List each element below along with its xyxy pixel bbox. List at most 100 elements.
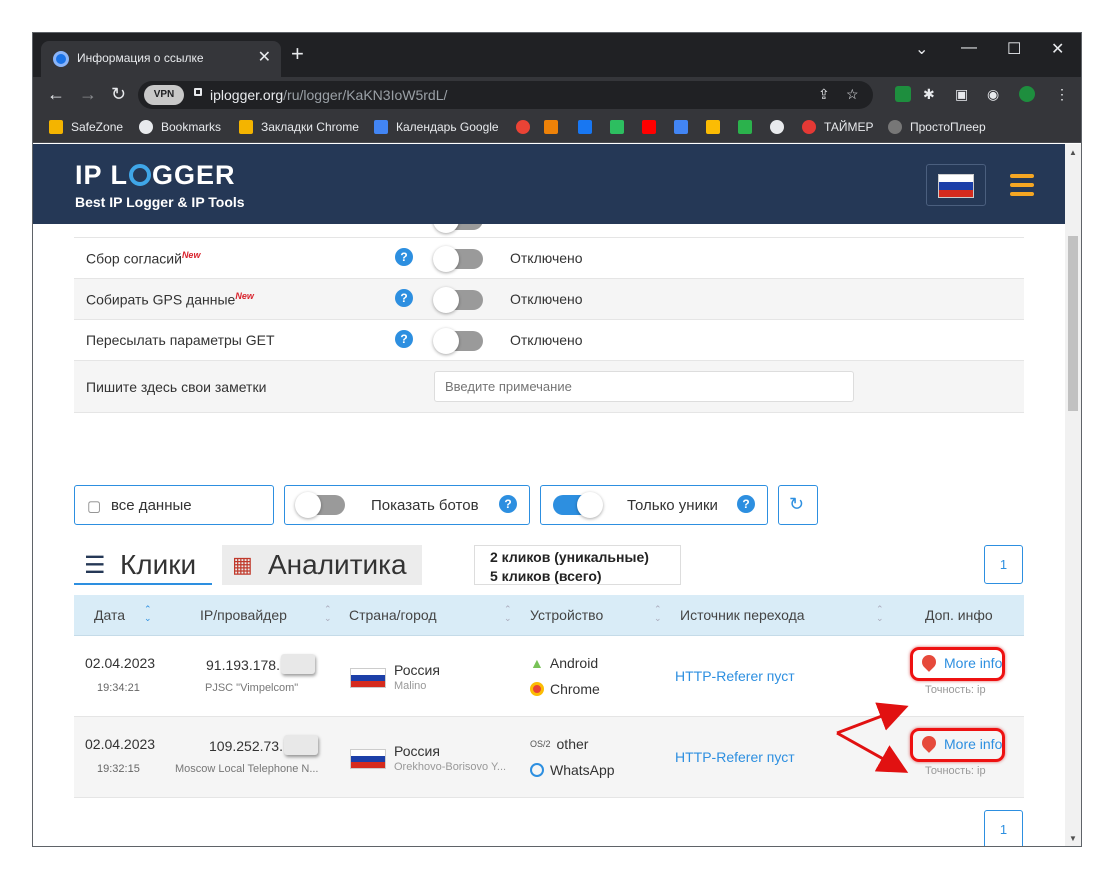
bookmark-chatgpt[interactable]: [770, 120, 784, 134]
tab-analytics[interactable]: ▦ Аналитика: [222, 545, 422, 585]
show-bots-toggle[interactable]: [295, 492, 345, 518]
header-date[interactable]: Дата: [94, 607, 125, 623]
refresh-button[interactable]: ↻: [778, 485, 818, 525]
bookmark-drive[interactable]: [706, 120, 720, 134]
bookmark-ok[interactable]: [544, 120, 558, 134]
sort-icon[interactable]: ⌃ ⌄: [504, 605, 512, 623]
bookmark-translate[interactable]: [674, 120, 688, 134]
click-referer: HTTP-Referer пуст: [675, 668, 795, 684]
maximize-button[interactable]: ☐: [1007, 39, 1021, 59]
bookmark-chrome[interactable]: Закладки Chrome: [239, 120, 359, 134]
chart-icon: ▦: [232, 552, 253, 577]
bookmark-timer[interactable]: ТАЙМЕР: [802, 120, 874, 134]
table-row: 02.04.2023 19:32:15 109.252.73. Moscow L…: [74, 717, 1024, 798]
click-os: OS/2 other: [530, 736, 589, 752]
menu-kebab-icon[interactable]: ⋮: [1055, 84, 1069, 104]
scroll-down-arrow-icon[interactable]: ▼: [1069, 834, 1077, 843]
header-device[interactable]: Устройство: [530, 607, 603, 623]
chrome-icon: [530, 682, 544, 696]
share-icon[interactable]: ⇪: [818, 86, 830, 103]
help-icon[interactable]: ?: [737, 495, 755, 513]
site-header: IP L GGER Best IP Logger & IP Tools: [33, 144, 1065, 224]
vpn-badge[interactable]: VPN: [144, 85, 184, 105]
minimize-button[interactable]: —: [961, 39, 977, 57]
sort-icon[interactable]: ⌃ ⌄: [876, 605, 884, 623]
url-text[interactable]: iplogger.org/ru/logger/KaKN3IoW5rdL/: [210, 87, 447, 103]
redaction-mask: [283, 735, 318, 755]
profile-icon[interactable]: ◉: [987, 84, 999, 104]
browser-window: Информация о ссылке ✕ + ⌄ — ☐ ✕ ← → ↻ VP…: [32, 32, 1082, 847]
bookmark-google-calendar[interactable]: Календарь Google: [374, 120, 499, 134]
new-tab-button[interactable]: +: [291, 43, 304, 65]
bookmark-feedly[interactable]: [738, 120, 752, 134]
unique-only-filter[interactable]: Только уники ?: [540, 485, 768, 525]
tab-search-icon[interactable]: ⌄: [915, 39, 928, 59]
more-info-button[interactable]: More info: [910, 728, 1005, 762]
extensions-puzzle-icon[interactable]: ✱: [923, 84, 935, 104]
scroll-up-arrow-icon[interactable]: ▲: [1069, 148, 1077, 157]
show-bots-filter[interactable]: Показать ботов ?: [284, 485, 530, 525]
globe-icon: [530, 763, 544, 777]
map-pin-icon: [919, 652, 939, 672]
hamburger-menu-icon[interactable]: [1010, 174, 1034, 201]
globe-icon: [139, 120, 153, 134]
header-referer[interactable]: Источник перехода: [680, 607, 805, 623]
bookmark-maps[interactable]: [516, 120, 530, 134]
bookmark-evernote[interactable]: [610, 120, 624, 134]
extension-green-icon[interactable]: [895, 86, 911, 102]
sort-icon[interactable]: ⌃ ⌄: [654, 605, 662, 623]
partial-toggle[interactable]: [433, 224, 483, 233]
close-window-button[interactable]: ✕: [1051, 39, 1064, 59]
shield-extension-icon[interactable]: [1019, 86, 1035, 102]
address-bar[interactable]: VPN iplogger.org/ru/logger/KaKN3IoW5rdL/…: [138, 81, 873, 109]
back-button[interactable]: ←: [47, 84, 65, 104]
click-browser: WhatsApp: [530, 762, 615, 778]
sort-icon[interactable]: ⌃ ⌄: [144, 605, 152, 623]
browser-toolbar: ← → ↻ VPN iplogger.org/ru/logger/KaKN3Io…: [33, 77, 1081, 113]
folder-icon: [239, 120, 253, 134]
odnoklassniki-icon: [544, 120, 558, 134]
gps-toggle[interactable]: [433, 287, 483, 313]
page-scrollbar[interactable]: ▲ ▼: [1065, 144, 1081, 846]
more-info-button[interactable]: More info: [910, 647, 1005, 681]
show-bots-label: Показать ботов: [371, 497, 479, 514]
language-selector[interactable]: [926, 164, 986, 206]
consent-toggle[interactable]: [433, 246, 483, 272]
click-country: Россия: [394, 743, 440, 759]
bookmark-youtube[interactable]: [642, 120, 656, 134]
bookmark-bookmarks[interactable]: Bookmarks: [139, 120, 221, 134]
help-icon[interactable]: ?: [499, 495, 517, 513]
get-params-toggle[interactable]: [433, 328, 483, 354]
sort-icon[interactable]: ⌃ ⌄: [324, 605, 332, 623]
calendar-icon: ▢: [87, 498, 102, 515]
click-counts: 2 кликов (уникальные) 5 кликов (всего): [474, 545, 681, 585]
drive-icon: [706, 120, 720, 134]
tab-clicks[interactable]: ☰ Клики: [74, 545, 212, 585]
close-tab-icon[interactable]: ✕: [258, 47, 271, 67]
iplogger-logo[interactable]: IP L GGER: [75, 160, 236, 191]
lock-icon[interactable]: [194, 88, 202, 96]
bookmark-facebook[interactable]: [578, 120, 592, 134]
help-icon[interactable]: ?: [395, 289, 413, 307]
translate-icon: [674, 120, 688, 134]
forward-button[interactable]: →: [79, 84, 97, 104]
browser-tab[interactable]: Информация о ссылке ✕: [41, 41, 281, 77]
unique-only-toggle[interactable]: [553, 492, 603, 518]
notes-label: Пишите здесь свои заметки: [86, 379, 267, 395]
pagination-page[interactable]: 1: [984, 545, 1023, 584]
scroll-thumb[interactable]: [1068, 236, 1078, 411]
pagination-page-bottom[interactable]: 1: [984, 810, 1023, 846]
header-country[interactable]: Страна/город: [349, 607, 437, 623]
folder-icon: [49, 120, 63, 134]
help-icon[interactable]: ?: [395, 330, 413, 348]
bookmark-prostopleer[interactable]: ПростоПлеер: [888, 120, 986, 134]
click-time: 19:32:15: [97, 763, 140, 775]
side-panel-icon[interactable]: ▣: [955, 84, 968, 104]
help-icon[interactable]: ?: [395, 248, 413, 266]
reload-button[interactable]: ↻: [111, 84, 126, 104]
header-ip[interactable]: IP/провайдер: [200, 607, 287, 623]
bookmark-star-icon[interactable]: ☆: [846, 86, 859, 103]
notes-input[interactable]: [434, 371, 854, 402]
date-range-filter[interactable]: ▢ все данные: [74, 485, 274, 525]
bookmark-safezone[interactable]: SafeZone: [49, 120, 123, 134]
